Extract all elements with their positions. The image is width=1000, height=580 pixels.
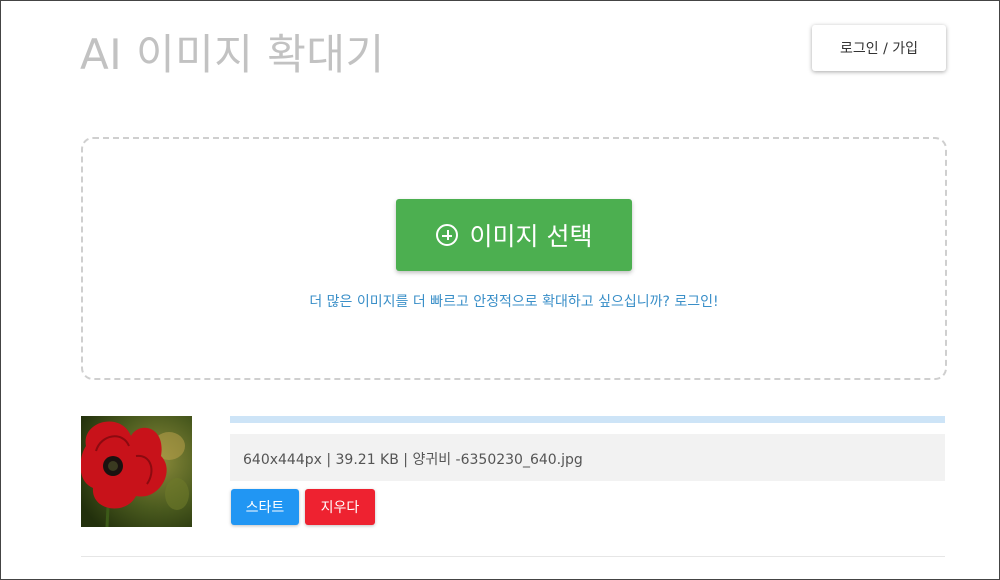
window-frame: AI 이미지 확대기 로그인 / 가입 이미지 선택 더 많은 이미지를 더 빠… <box>0 0 1000 580</box>
login-signup-button[interactable]: 로그인 / 가입 <box>812 25 946 71</box>
file-info-text: 640x444px | 39.21 KB | 양귀비 -6350230_640.… <box>243 452 583 468</box>
image-dropzone[interactable]: 이미지 선택 더 많은 이미지를 더 빠르고 안정적으로 확대하고 싶으십니까?… <box>81 137 947 380</box>
delete-button[interactable]: 지우다 <box>305 489 375 525</box>
image-thumbnail <box>81 416 192 527</box>
start-button[interactable]: 스타트 <box>231 489 299 525</box>
divider <box>81 556 945 557</box>
select-image-button[interactable]: 이미지 선택 <box>396 199 632 271</box>
login-promo-link[interactable]: 더 많은 이미지를 더 빠르고 안정적으로 확대하고 싶으십니까? 로그인! <box>83 291 945 311</box>
file-info-bar: 640x444px | 39.21 KB | 양귀비 -6350230_640.… <box>230 434 945 481</box>
upload-progress-bar <box>230 416 945 423</box>
page-title: AI 이미지 확대기 <box>80 30 385 79</box>
plus-circle-icon <box>435 224 458 246</box>
select-image-label: 이미지 선택 <box>469 222 593 251</box>
poppy-thumbnail-image <box>81 416 192 527</box>
